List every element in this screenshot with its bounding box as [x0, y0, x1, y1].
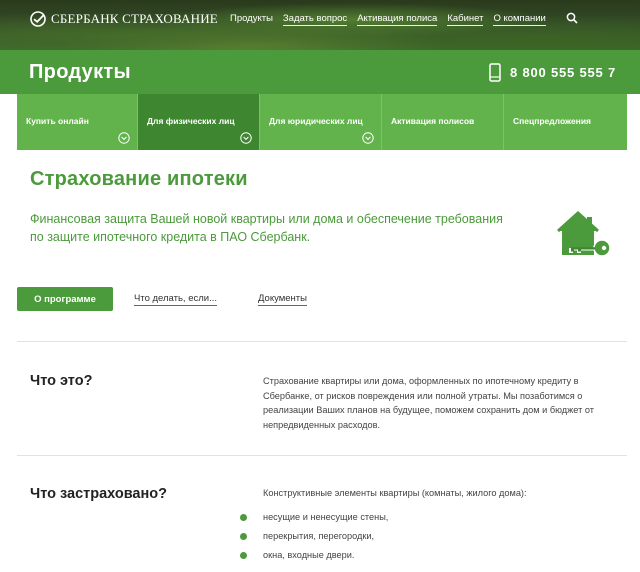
sberbank-logo[interactable]: СБЕРБАНК СТРАХОВАНИЕ	[30, 11, 218, 27]
top-header: СБЕРБАНК СТРАХОВАНИЕ Продукты Задать воп…	[0, 0, 640, 50]
tab-label: Спецпредложения	[513, 116, 592, 126]
logo-text: СБЕРБАНК СТРАХОВАНИЕ	[51, 11, 218, 26]
insured-heading: Что застраховано?	[30, 486, 167, 502]
list-item-text: перекрытия, перегородки,	[263, 531, 375, 541]
phone-icon	[489, 63, 501, 82]
tab-policy-activation[interactable]: Активация полисов	[382, 94, 504, 150]
nav-link-ask-question[interactable]: Задать вопрос	[282, 13, 348, 26]
list-item: несущие и ненесущие стены,	[240, 511, 388, 530]
what-is-text: Страхование квартиры или дома, оформленн…	[263, 376, 594, 430]
tab-label: Купить онлайн	[26, 116, 89, 126]
tab-label: Для физических лиц	[147, 116, 235, 126]
documents-link[interactable]: Документы	[258, 293, 307, 306]
category-tabs: Купить онлайн Для физических лиц Для юри…	[17, 94, 627, 150]
divider	[17, 341, 627, 342]
insured-intro-text: Конструктивные элементы квартиры (комнат…	[263, 488, 527, 498]
nav-link-about-company[interactable]: О компании	[493, 13, 546, 26]
what-to-do-link[interactable]: Что делать, если...	[134, 293, 218, 306]
tab-individuals[interactable]: Для физических лиц	[138, 94, 260, 150]
phone-number[interactable]: 8 800 555 555 7	[510, 65, 616, 80]
house-key-icon	[556, 210, 611, 257]
divider	[17, 455, 627, 456]
tab-label: Активация полисов	[391, 116, 475, 126]
tab-special-offers[interactable]: Спецпредложения	[504, 94, 627, 150]
tab-legal-entities[interactable]: Для юридических лиц	[260, 94, 382, 150]
bullet-dot	[240, 533, 247, 540]
list-item: перекрытия, перегородки,	[240, 530, 388, 549]
page-title: Страхование ипотеки	[30, 168, 248, 190]
nav-link-policy-activation[interactable]: Активация полиса	[357, 13, 438, 26]
product-lead-text: Финансовая защита Вашей новой квартиры и…	[30, 212, 503, 244]
chevron-down-icon[interactable]	[118, 132, 130, 144]
bullet-dot	[240, 514, 247, 521]
tab-label: Для юридических лиц	[269, 116, 363, 126]
what-is-heading: Что это?	[30, 373, 93, 389]
top-nav: Продукты Задать вопрос Активация полиса …	[230, 13, 546, 26]
search-icon[interactable]	[566, 12, 578, 24]
chevron-down-icon[interactable]	[240, 132, 252, 144]
section-title-band: Продукты 8 800 555 555 7	[0, 50, 640, 94]
nav-link-products[interactable]: Продукты	[230, 13, 273, 26]
insured-items-list: несущие и ненесущие стены, перекрытия, п…	[240, 511, 388, 568]
list-item-text: окна, входные двери.	[263, 550, 355, 560]
chevron-down-icon[interactable]	[362, 132, 374, 144]
list-item-text: несущие и ненесущие стены,	[263, 512, 389, 522]
section-title: Продукты	[29, 61, 131, 83]
list-item: окна, входные двери.	[240, 549, 388, 568]
nav-link-cabinet[interactable]: Кабинет	[447, 13, 484, 26]
about-program-button[interactable]: О программе	[17, 287, 113, 311]
tab-buy-online[interactable]: Купить онлайн	[17, 94, 138, 150]
sberbank-logo-icon	[30, 11, 46, 27]
bullet-dot	[240, 552, 247, 559]
